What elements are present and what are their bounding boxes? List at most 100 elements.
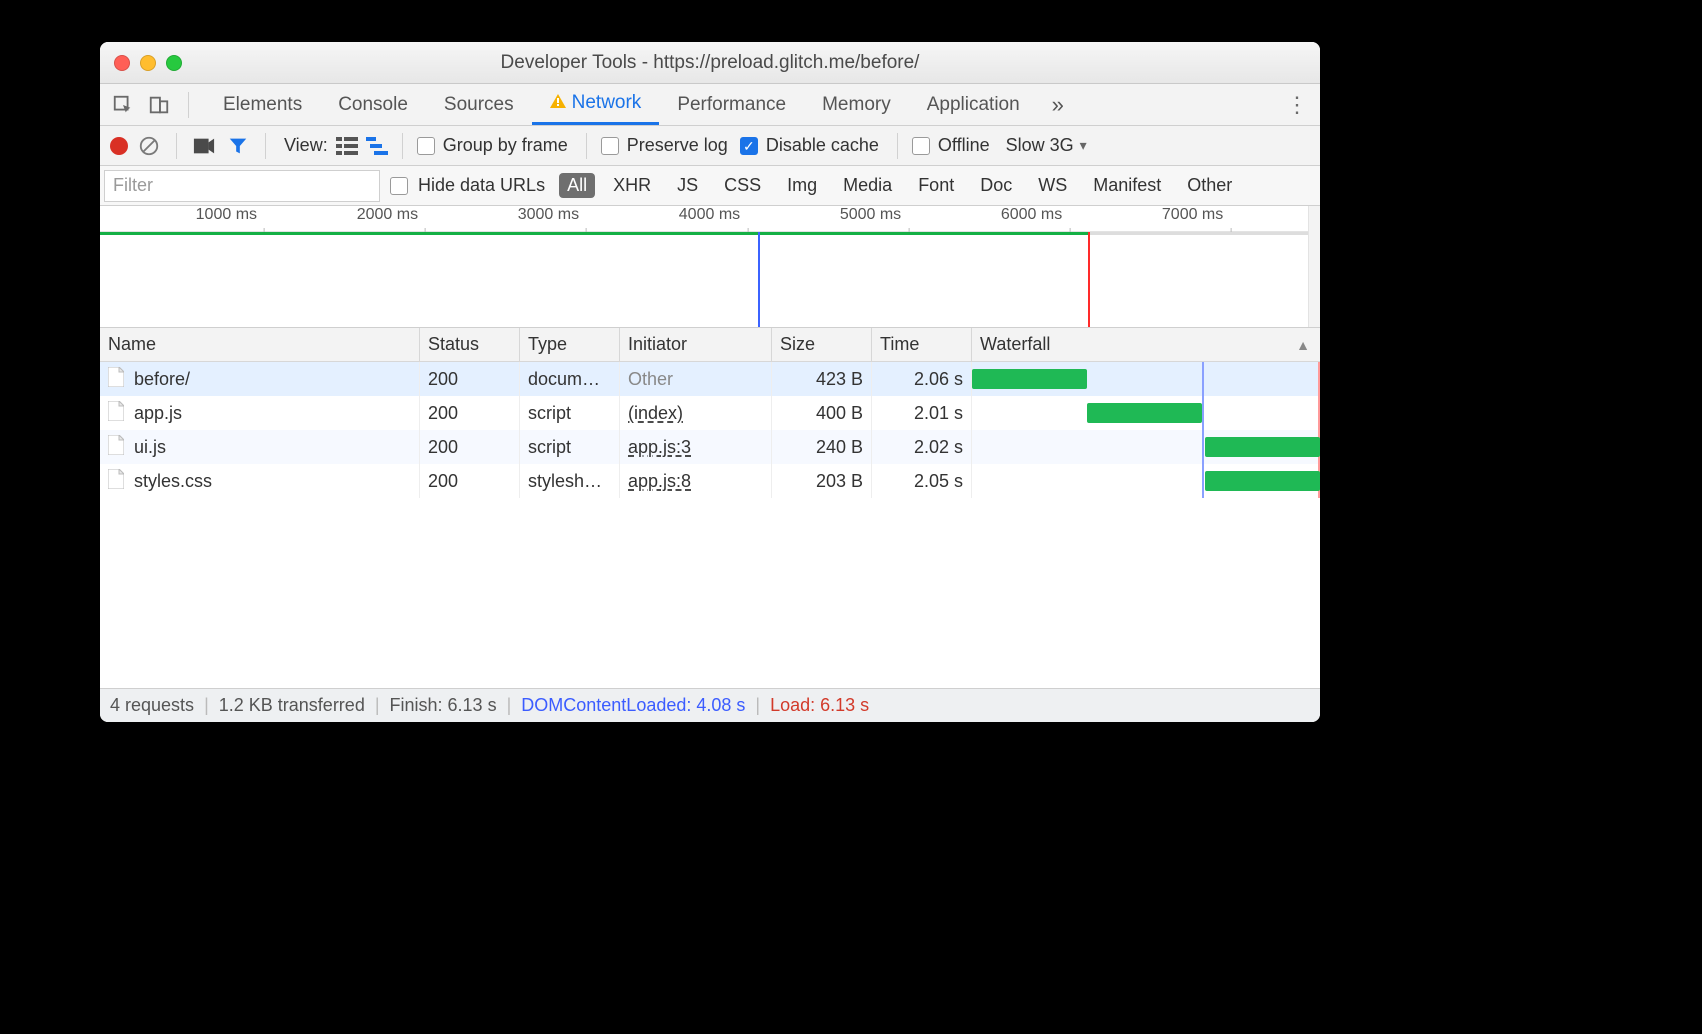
initiator-link[interactable]: app.js:8 [628,471,691,492]
cell-name: app.js [100,396,420,430]
filter-toggle-icon[interactable] [225,133,251,159]
tab-label: Sources [444,94,514,116]
cell-size: 240 B [772,430,872,464]
cell-name: styles.css [100,464,420,498]
initiator-link[interactable]: app.js:3 [628,437,691,458]
tab-sources[interactable]: Sources [426,84,532,125]
col-time[interactable]: Time [872,328,972,361]
type-filter-css[interactable]: CSS [716,173,769,198]
device-toolbar-icon[interactable] [146,92,172,118]
devtools-menu-button[interactable]: ⋮ [1286,84,1308,125]
col-initiator-label: Initiator [628,334,687,355]
col-initiator[interactable]: Initiator [620,328,772,361]
disable-cache-checkbox[interactable] [740,137,758,155]
cell-time: 2.01 s [872,396,972,430]
cell-time: 2.05 s [872,464,972,498]
offline-checkbox[interactable] [912,137,930,155]
view-large-rows-button[interactable] [336,137,358,155]
type-filter-font[interactable]: Font [910,173,962,198]
preserve-log-checkbox[interactable] [601,137,619,155]
network-filterbar: Hide data URLs AllXHRJSCSSImgMediaFontDo… [100,166,1320,206]
throttling-select[interactable]: Slow 3G ▾ [1006,135,1087,156]
tab-performance[interactable]: Performance [659,84,804,125]
timeline-tick: 4000 ms [679,206,744,224]
type-filter-all[interactable]: All [559,173,595,198]
tab-console[interactable]: Console [320,84,426,125]
table-header-row: Name Status Type Initiator Size Time Wat… [100,328,1320,362]
chevron-down-icon: ▾ [1080,137,1087,154]
cell-size: 400 B [772,396,872,430]
cell-initiator: (index) [620,396,772,430]
col-name[interactable]: Name [100,328,420,361]
table-body: before/200docum…Other423 B2.06 sapp.js20… [100,362,1320,688]
window-title: Developer Tools - https://preload.glitch… [100,52,1320,74]
clear-button[interactable] [136,133,162,159]
type-filter-xhr[interactable]: XHR [605,173,659,198]
tab-elements[interactable]: Elements [205,84,320,125]
group-by-frame-label: Group by frame [443,135,568,156]
more-tabs-button[interactable]: » [1038,92,1078,118]
overview-scroll-gutter [1308,206,1320,327]
network-statusbar: 4 requests| 1.2 KB transferred| Finish: … [100,688,1320,722]
timeline-tick: 1000 ms [196,206,261,224]
col-waterfall[interactable]: Waterfall▲ [972,328,1320,361]
tab-application[interactable]: Application [909,84,1038,125]
tab-network[interactable]: Network [532,84,660,125]
load-marker-line [1318,396,1320,430]
dcl-marker-line [758,232,760,327]
type-filter-media[interactable]: Media [835,173,900,198]
inspect-element-icon[interactable] [110,92,136,118]
zoom-window-button[interactable] [166,55,182,71]
col-size[interactable]: Size [772,328,872,361]
timeline-tick: 5000 ms [840,206,905,224]
cell-status: 200 [420,430,520,464]
separator [188,92,189,118]
record-button[interactable] [110,137,128,155]
type-filter-doc[interactable]: Doc [972,173,1020,198]
cell-waterfall [972,430,1320,464]
initiator-link[interactable]: (index) [628,403,683,424]
tab-label: Performance [677,94,786,116]
separator [265,133,266,159]
throttling-value: Slow 3G [1006,135,1074,156]
view-waterfall-button[interactable] [366,137,388,155]
type-filter-other[interactable]: Other [1179,173,1240,198]
screenshots-button[interactable] [191,133,217,159]
tab-label: Memory [822,94,891,116]
table-row[interactable]: ui.js200scriptapp.js:3240 B2.02 s [100,430,1320,464]
timeline-tick: 6000 ms [1001,206,1066,224]
status-requests: 4 requests [110,695,194,716]
type-filter-manifest[interactable]: Manifest [1085,173,1169,198]
group-by-frame-checkbox[interactable] [417,137,435,155]
tab-label: Elements [223,94,302,116]
timeline-tick: 3000 ms [518,206,583,224]
view-label: View: [284,135,328,156]
cell-time: 2.02 s [872,430,972,464]
minimize-window-button[interactable] [140,55,156,71]
separator [176,133,177,159]
close-window-button[interactable] [114,55,130,71]
dcl-marker-line [1202,362,1204,396]
table-row[interactable]: before/200docum…Other423 B2.06 s [100,362,1320,396]
hide-data-urls-checkbox[interactable] [390,177,408,195]
table-row[interactable]: app.js200script(index)400 B2.01 s [100,396,1320,430]
cell-status: 200 [420,464,520,498]
filter-input[interactable] [104,170,380,202]
request-name: ui.js [134,437,166,458]
tab-memory[interactable]: Memory [804,84,909,125]
cell-name: before/ [100,362,420,396]
timeline-overview[interactable]: 1000 ms 2000 ms 3000 ms 4000 ms 5000 ms 6000 … [100,206,1320,328]
dcl-marker-line [1202,464,1204,498]
col-status[interactable]: Status [420,328,520,361]
type-filter-img[interactable]: Img [779,173,825,198]
table-row[interactable]: styles.css200stylesh…app.js:8203 B2.05 s [100,464,1320,498]
col-type[interactable]: Type [520,328,620,361]
panel-tabbar: Elements Console Sources Network Performance… [100,84,1320,126]
type-filter-js[interactable]: JS [669,173,706,198]
status-transferred: 1.2 KB transferred [219,695,365,716]
cell-initiator: app.js:8 [620,464,772,498]
tab-label: Application [927,94,1020,116]
file-icon [108,435,134,460]
timeline-tick: 2000 ms [357,206,422,224]
type-filter-ws[interactable]: WS [1030,173,1075,198]
